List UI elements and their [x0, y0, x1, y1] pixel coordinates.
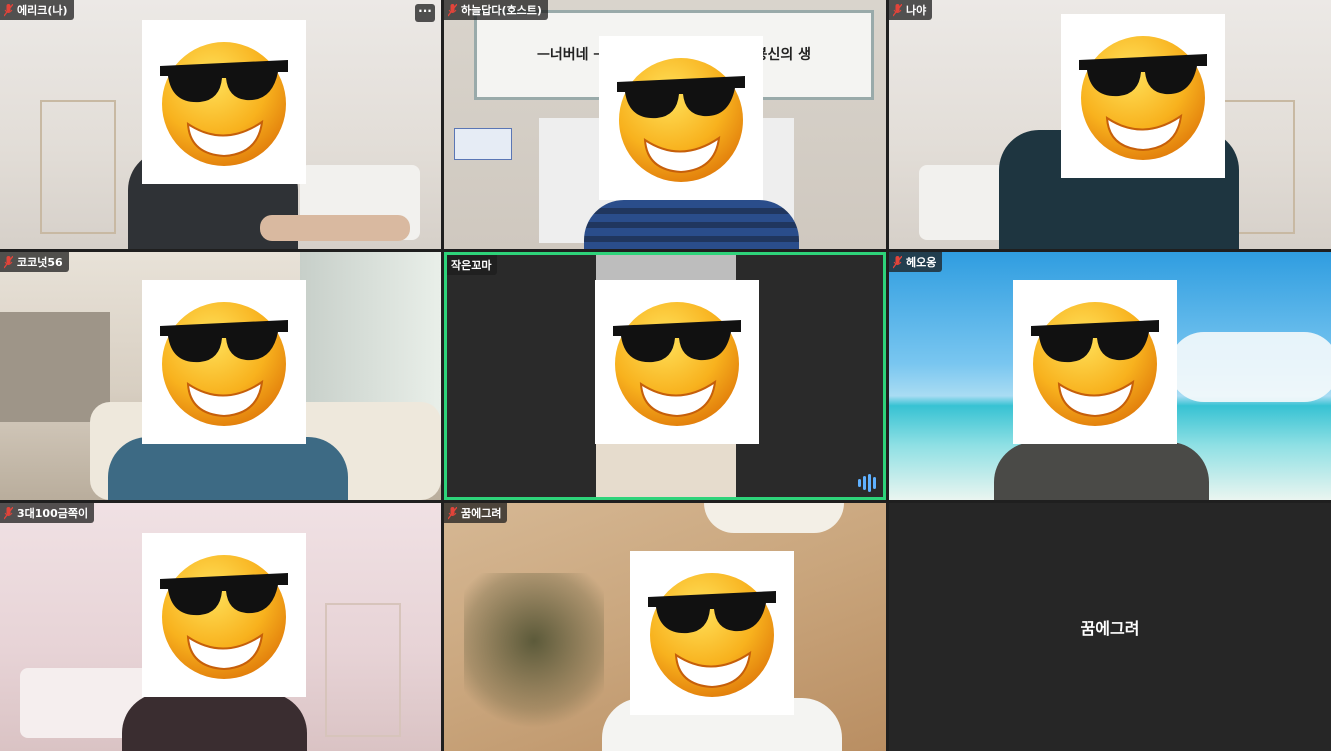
more-options-button[interactable]: ···	[415, 4, 435, 22]
participant-name-label: 헤오옹	[889, 252, 943, 272]
sunglasses-emoji-overlay	[142, 280, 306, 444]
participant-tile-8[interactable]: 꿈에그려	[444, 503, 886, 751]
muted-mic-icon	[4, 506, 13, 519]
sunglasses-emoji-overlay	[599, 36, 763, 200]
participant-name: 3대100금쪽이	[17, 507, 89, 520]
participant-name: 헤오옹	[906, 256, 937, 269]
muted-mic-icon	[448, 3, 457, 16]
participant-name-label: 하늘답다(호스트)	[444, 0, 548, 20]
participant-tile-9[interactable]: 꿈에그려	[889, 503, 1331, 751]
participant-name-center: 꿈에그려	[1080, 619, 1140, 638]
sunglasses-emoji-icon	[648, 573, 776, 697]
participant-name: 코코넛56	[17, 256, 63, 269]
participant-tile-2[interactable]: ᅳ너버네 ᅳ라쌈 ᅡ쌈 ᅳᅳ맘 용ᅳ쌈 뵹신의 생 하늘답다(호스트)	[444, 0, 886, 249]
video-grid: 에리크(나) ··· ᅳ너버네 ᅳ라쌈 ᅡ쌈 ᅳᅳ맘 용ᅳ쌈 뵹신의 생 하늘답…	[0, 0, 1331, 751]
participant-name-label: 작은꼬마	[447, 255, 498, 275]
sunglasses-emoji-icon	[1079, 36, 1207, 160]
participant-tile-6[interactable]: 헤오옹	[889, 252, 1331, 500]
sunglasses-emoji-icon	[160, 302, 288, 426]
audio-waveform-icon	[858, 474, 876, 492]
muted-mic-icon	[893, 3, 902, 16]
participant-name: 꿈에그려	[461, 507, 502, 520]
participant-tile-7[interactable]: 3대100금쪽이	[0, 503, 441, 751]
participant-tile-1[interactable]: 에리크(나) ···	[0, 0, 441, 249]
sunglasses-emoji-icon	[1031, 302, 1159, 426]
participant-tile-4[interactable]: 코코넛56	[0, 252, 441, 500]
sunglasses-emoji-icon	[617, 58, 745, 182]
muted-mic-icon	[4, 3, 13, 16]
participant-tile-5[interactable]: 작은꼬마	[444, 252, 886, 500]
participant-name-label: 에리크(나)	[0, 0, 74, 20]
sunglasses-emoji-overlay	[142, 533, 306, 697]
muted-mic-icon	[893, 255, 902, 268]
sunglasses-emoji-icon	[160, 42, 288, 166]
sunglasses-emoji-overlay	[1013, 280, 1177, 444]
participant-name: 에리크(나)	[17, 4, 68, 17]
participant-name-label: 코코넛56	[0, 252, 69, 272]
muted-mic-icon	[4, 255, 13, 268]
participant-name: 작은꼬마	[451, 259, 492, 272]
participant-tile-3[interactable]: 나야	[889, 0, 1331, 249]
participant-name: 하늘답다(호스트)	[461, 4, 542, 17]
participant-name: 나야	[906, 4, 927, 17]
muted-mic-icon	[448, 506, 457, 519]
participant-name-label: 3대100금쪽이	[0, 503, 95, 523]
sunglasses-emoji-overlay	[142, 20, 306, 184]
sunglasses-emoji-icon	[613, 302, 741, 426]
sunglasses-emoji-overlay	[1061, 14, 1225, 178]
sunglasses-emoji-icon	[160, 555, 288, 679]
sunglasses-emoji-overlay	[595, 280, 759, 444]
participant-name-label: 꿈에그려	[444, 503, 508, 523]
participant-name-label: 나야	[889, 0, 933, 20]
sunglasses-emoji-overlay	[630, 551, 794, 715]
